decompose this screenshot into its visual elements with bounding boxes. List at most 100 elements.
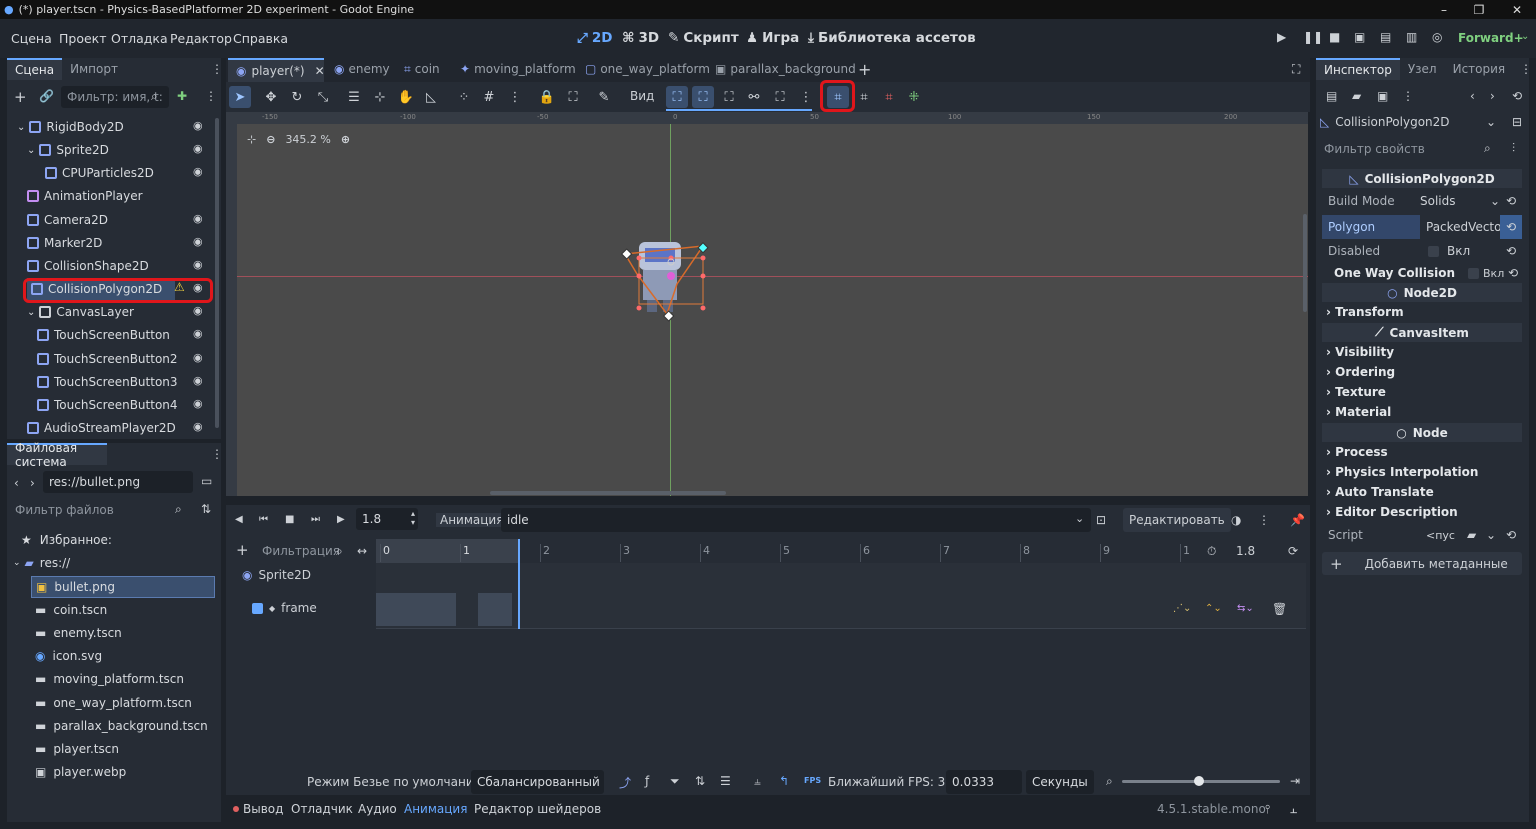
snap-keys-icon[interactable]: ⫨	[754, 774, 761, 789]
file-item[interactable]: ▬ player.tscn	[31, 738, 215, 760]
visibility-eye-icon[interactable]: ◉	[193, 327, 203, 340]
zoom-in-icon[interactable]: ⊕	[341, 133, 350, 146]
step-input[interactable]: 0.0333	[946, 770, 1022, 794]
script-value[interactable]: <пус	[1426, 529, 1455, 542]
loop-icon[interactable]: ⟳	[1288, 544, 1298, 558]
new-resource-icon[interactable]: ▤	[1326, 89, 1337, 103]
add-metadata-button[interactable]: + Добавить метаданные	[1322, 552, 1522, 575]
pin-icon[interactable]: ⫯	[1265, 802, 1270, 817]
mode-3d-button[interactable]: ⌘ 3D	[622, 30, 659, 46]
scene-node-collisionshape2d[interactable]: CollisionShape2D	[27, 255, 207, 277]
visibility-eye-icon[interactable]: ◉	[193, 420, 203, 433]
collision-option-icon[interactable]: ⌗	[853, 86, 875, 108]
viewport-v-scrollbar[interactable]	[1303, 214, 1307, 312]
smart-snap-icon[interactable]: ⁘	[453, 86, 475, 108]
scene-node-canvaslayer[interactable]: ⌄ CanvasLayer	[27, 301, 207, 323]
minimize-button[interactable]: –	[1427, 0, 1461, 19]
file-item[interactable]: ▬ enemy.tscn	[31, 622, 215, 644]
tab-scene[interactable]: Сцена	[7, 58, 63, 80]
autoplay-icon[interactable]: ⊡	[1096, 513, 1106, 527]
bezier-mode-select[interactable]: Сбалансированный	[471, 770, 604, 794]
path-input[interactable]: res://bullet.png	[43, 471, 193, 493]
tab-output[interactable]: Вывод	[243, 802, 283, 816]
res-folder-row[interactable]: ⌄ ▰ res://	[13, 552, 70, 574]
section-editor-description[interactable]: › Editor Description	[1326, 505, 1458, 519]
track-filter-input[interactable]: Фильтрация	[262, 544, 340, 558]
build-mode-select[interactable]: Solids	[1420, 194, 1456, 208]
scene-node-touchscreenbutton2[interactable]: TouchScreenButton2	[37, 348, 207, 370]
layout-toggle-icon[interactable]: ▭	[201, 474, 212, 488]
file-item[interactable]: ▬ coin.tscn	[31, 599, 215, 621]
section-material[interactable]: › Material	[1326, 405, 1391, 419]
menu-scene[interactable]: Сцена	[11, 31, 52, 46]
polygon-option-icon[interactable]: ⛶	[769, 86, 791, 108]
file-item[interactable]: ▬ moving_platform.tscn	[31, 668, 215, 690]
update-mode-icon[interactable]: ⌃⌄	[1205, 603, 1222, 614]
mode-2d-button[interactable]: ⤢ 2D	[577, 30, 612, 46]
visibility-eye-icon[interactable]: ◉	[193, 304, 203, 317]
viewport-h-scrollbar[interactable]	[490, 491, 726, 495]
section-physics-interpolation[interactable]: › Physics Interpolation	[1326, 465, 1478, 479]
visibility-eye-icon[interactable]: ◉	[193, 351, 203, 364]
checkbox-checked-icon[interactable]	[252, 602, 263, 614]
more-options-icon[interactable]: ⋮	[1258, 513, 1270, 527]
chevron-down-icon[interactable]: ⌄	[27, 307, 35, 318]
group-icon[interactable]: ⛶	[562, 86, 584, 108]
open-resource-icon[interactable]: ▰	[1352, 89, 1361, 103]
folder-icon[interactable]: ▰	[1467, 528, 1476, 542]
more-options-icon[interactable]: ⋮	[205, 89, 217, 103]
menu-help[interactable]: Справка	[233, 31, 288, 46]
scene-node-touchscreenbutton[interactable]: TouchScreenButton	[37, 324, 207, 346]
grid-points-icon[interactable]: ⁜	[903, 86, 925, 108]
tab-animation[interactable]: Анимация	[404, 802, 467, 816]
play-from-start-icon[interactable]: ⏭	[311, 514, 320, 525]
slider-handle[interactable]	[1194, 776, 1204, 786]
scene-node-rigidbody2d[interactable]: ⌄ RigidBody2D	[17, 116, 207, 138]
file-item[interactable]: ▬ one_way_platform.tscn	[31, 692, 215, 714]
save-resource-icon[interactable]: ▣	[1377, 89, 1388, 103]
bezier-curve-icon[interactable]: ⤴	[619, 774, 631, 791]
sort-icon[interactable]: ⇅	[201, 502, 211, 516]
link-icon[interactable]: 🔗	[39, 89, 54, 103]
track-property-row[interactable]: ◆ frame	[252, 601, 317, 615]
movie-maker-icon[interactable]: ◎	[1432, 30, 1442, 44]
tab-node[interactable]: Узел	[1400, 58, 1445, 80]
editor-tab-enemy[interactable]: ◉ enemy	[334, 62, 390, 76]
tab-shader-editor[interactable]: Редактор шейдеров	[474, 802, 601, 816]
stop-icon[interactable]: ■	[285, 514, 294, 525]
anim-time-input[interactable]: 1.8	[356, 508, 418, 530]
dock-menu-icon[interactable]: ⋮	[1520, 62, 1532, 76]
visibility-eye-icon[interactable]: ◉	[193, 119, 203, 132]
favorites-row[interactable]: ★ Избранное:	[21, 529, 112, 551]
visibility-eye-icon[interactable]: ◉	[193, 165, 203, 178]
play-backwards-icon[interactable]: ◀	[235, 514, 243, 525]
center-view-icon[interactable]: ⊹	[247, 133, 256, 146]
section-visibility[interactable]: › Visibility	[1326, 345, 1394, 359]
sort-tracks-icon[interactable]: ⇅	[695, 774, 705, 788]
more-options-icon[interactable]: ⋮	[1402, 89, 1414, 103]
scene-node-cpuparticles2d[interactable]: CPUParticles2D	[45, 162, 207, 184]
object-props-icon[interactable]: ⊟	[1512, 115, 1522, 129]
pivot-icon[interactable]: ⊹	[369, 86, 391, 108]
keyframe-thumbs[interactable]	[376, 593, 456, 626]
file-item[interactable]: ▣ bullet.png	[31, 576, 215, 598]
visibility-eye-icon[interactable]: ◉	[193, 235, 203, 248]
editor-tab-parallax-background[interactable]: ▣ parallax_background	[715, 62, 856, 76]
checkbox-icon[interactable]	[1468, 267, 1479, 279]
scene-node-camera2d[interactable]: Camera2D	[27, 209, 207, 231]
bone-icon[interactable]: ✎	[593, 86, 615, 108]
polygon-more-icon[interactable]: ⋮	[795, 86, 817, 108]
scene-node-animationplayer[interactable]: AnimationPlayer	[27, 185, 207, 207]
spinner-icon[interactable]: ▴ ▾	[411, 509, 415, 527]
editor-tab-moving-platform[interactable]: ✦ moving_platform	[460, 62, 576, 76]
revert-icon[interactable]: ⟲	[1506, 528, 1516, 542]
loop-wrap-icon[interactable]: ⇆⌄	[1237, 603, 1254, 614]
tab-inspector[interactable]: Инспектор	[1316, 58, 1400, 80]
list-select-icon[interactable]: ☰	[343, 86, 365, 108]
lock-icon[interactable]: 🔒	[536, 86, 558, 108]
onion-skin-icon[interactable]: ◑	[1231, 513, 1241, 527]
dock-menu-icon[interactable]: ⋮	[211, 62, 223, 76]
playhead[interactable]	[518, 539, 520, 629]
inspector-options-icon[interactable]: ⫶	[1512, 141, 1515, 156]
view-menu-button[interactable]: Вид	[630, 89, 654, 103]
